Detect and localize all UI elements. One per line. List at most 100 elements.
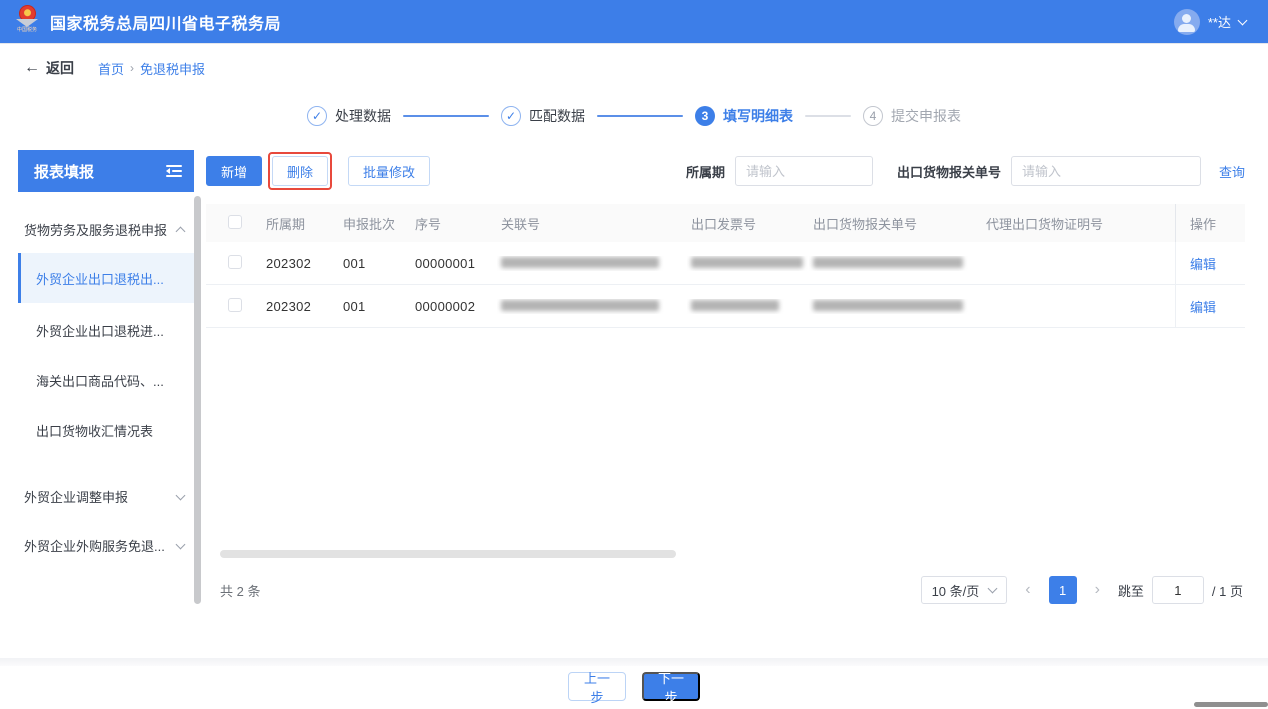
- row-select-cell: [206, 254, 262, 272]
- step-3-label: 填写明细表: [723, 108, 793, 124]
- back-button[interactable]: ← 返回: [24, 58, 74, 78]
- breadcrumb-separator: ›: [130, 61, 135, 75]
- edit-link[interactable]: 编辑: [1190, 254, 1216, 273]
- sidebar-item-customs-commodity-code[interactable]: 海关出口商品代码、...: [18, 357, 194, 403]
- next-step-button[interactable]: 下一步: [642, 671, 700, 705]
- batch-edit-button[interactable]: 批量修改: [348, 156, 431, 186]
- main-body: 报表填报 货物劳务及服务退税申报 外贸企业出口退税出... 外贸企业出口退税进.…: [0, 142, 1268, 612]
- step-1-process-data: ✓ 处理数据: [307, 106, 391, 126]
- collapse-arrow: [166, 168, 170, 174]
- cell-invoice-no-redacted: [687, 256, 809, 271]
- cell-batch: 001: [343, 255, 366, 271]
- page-1-button[interactable]: 1: [1048, 576, 1077, 604]
- sidebar-item-label: 出口货物收汇情况表: [36, 423, 154, 439]
- step-4-label: 提交申报表: [891, 108, 961, 124]
- search-button[interactable]: 查询: [1219, 162, 1245, 181]
- redacted-value: [691, 299, 779, 311]
- cell-seq: 00000001: [415, 255, 476, 271]
- footer-divider: [0, 658, 1268, 666]
- prev-page-button[interactable]: ‹: [1017, 581, 1038, 599]
- page: 中国税务 国家税务总局四川省电子税务局 **达 ← 返回 首页 › 免退税申报 …: [0, 0, 1268, 709]
- period-input[interactable]: [734, 156, 873, 186]
- cell-customs-no-redacted: [809, 256, 982, 271]
- delete-button[interactable]: 删除: [272, 156, 329, 186]
- content-panel: 新增 删除 批量修改 所属期 出口货物报关单号 查询 所属期 申: [206, 150, 1245, 604]
- customs-no-label: 出口货物报关单号: [896, 164, 1001, 180]
- cell-period: 202302: [266, 255, 312, 271]
- chevron-down-icon: [175, 539, 186, 549]
- step-indicator: ✓ 处理数据 ✓ 匹配数据 3 填写明细表 4 提交申报表: [0, 90, 1268, 142]
- step-2-label: 匹配数据: [529, 108, 585, 124]
- add-button[interactable]: 新增: [206, 156, 263, 186]
- edit-link[interactable]: 编辑: [1190, 297, 1216, 316]
- step-2-check-icon: ✓: [501, 106, 521, 126]
- detail-table: 所属期 申报批次 序号 关联号 出口发票号 出口货物报关单号 代理出口货物证明号…: [206, 204, 1245, 328]
- breadcrumb-home[interactable]: 首页: [98, 59, 124, 78]
- select-all-checkbox[interactable]: [228, 214, 242, 229]
- sidebar-item-label: 海关出口商品代码、...: [36, 373, 164, 389]
- page-size-select[interactable]: 10 条/页: [920, 576, 1008, 604]
- page-size-value: 10 条/页: [931, 583, 980, 599]
- step-4-submit-form: 4 提交申报表: [863, 106, 961, 126]
- breadcrumb-row: ← 返回 首页 › 免退税申报: [0, 48, 1268, 88]
- redacted-value: [501, 299, 659, 311]
- jump-label: 跳至: [1117, 583, 1144, 599]
- redacted-value: [813, 299, 963, 311]
- step-1-check-icon: ✓: [307, 106, 327, 126]
- redacted-value: [501, 256, 659, 268]
- toolbar-filters: 所属期 出口货物报关单号 查询: [686, 156, 1245, 186]
- back-arrow-icon: ←: [24, 59, 40, 76]
- row-checkbox[interactable]: [228, 297, 242, 312]
- step-2-match-data: ✓ 匹配数据: [501, 106, 585, 126]
- bottom-right-scrollbar[interactable]: [1194, 702, 1268, 707]
- step-connector-inactive: [805, 115, 851, 117]
- prev-step-button[interactable]: 上一步: [568, 671, 626, 705]
- sidebar: 报表填报 货物劳务及服务退税申报 外贸企业出口退税出... 外贸企业出口退税进.…: [18, 150, 201, 612]
- sidebar-group-label: 外贸企业外购服务免退...: [24, 539, 165, 554]
- table-horizontal-scrollbar[interactable]: [220, 550, 676, 558]
- table-empty-space: [206, 328, 1245, 550]
- next-page-button[interactable]: ›: [1087, 581, 1108, 599]
- sidebar-item-export-refund-in[interactable]: 外贸企业出口退税进...: [18, 307, 194, 353]
- cell-action: 编辑: [1175, 285, 1245, 327]
- col-period: 所属期: [266, 216, 306, 232]
- pagination-row: 共 2 条 10 条/页 ‹ 1 › 跳至 / 1 页: [206, 576, 1245, 604]
- cell-invoice-no-redacted: [687, 299, 809, 314]
- sidebar-group-adjustment-declare[interactable]: 外贸企业调整申报: [18, 487, 194, 506]
- table-header-row: 所属期 申报批次 序号 关联号 出口发票号 出口货物报关单号 代理出口货物证明号…: [206, 204, 1245, 242]
- sidebar-scrollbar[interactable]: [194, 196, 201, 604]
- col-invoice-no: 出口发票号: [691, 216, 757, 232]
- footer-buttons: 上一步 下一步: [0, 671, 1268, 705]
- redacted-value: [813, 256, 963, 268]
- jump-page-input[interactable]: [1151, 576, 1204, 604]
- collapse-bar: [166, 175, 182, 177]
- user-menu[interactable]: **达: [1173, 8, 1248, 35]
- collapse-bar: [172, 170, 182, 172]
- breadcrumb: 首页 › 免退税申报: [98, 59, 205, 78]
- row-checkbox[interactable]: [228, 254, 242, 269]
- cell-action: 编辑: [1175, 242, 1245, 284]
- avatar[interactable]: [1173, 8, 1200, 35]
- col-seq: 序号: [415, 216, 442, 232]
- col-agent-cert-no: 代理出口货物证明号: [986, 216, 1104, 232]
- step-connector: [597, 115, 683, 117]
- sidebar-item-export-refund-out[interactable]: 外贸企业出口退税出...: [18, 253, 194, 303]
- collapse-sidebar-icon[interactable]: [166, 165, 182, 177]
- total-pages: / 1 页: [1211, 583, 1243, 599]
- collapse-mid: [166, 168, 182, 174]
- sidebar-group-goods-services-refund[interactable]: 货物劳务及服务退税申报: [18, 220, 194, 239]
- toolbar: 新增 删除 批量修改 所属期 出口货物报关单号 查询: [206, 152, 1245, 190]
- step-connector: [403, 115, 489, 117]
- sidebar-group-purchased-services[interactable]: 外贸企业外购服务免退...: [18, 536, 194, 555]
- user-name: **达: [1207, 15, 1231, 30]
- page-jump: 跳至 / 1 页: [1118, 576, 1243, 604]
- breadcrumb-current[interactable]: 免退税申报: [140, 59, 205, 78]
- col-action: 操作: [1175, 204, 1245, 242]
- sidebar-header: 报表填报: [18, 150, 194, 192]
- customs-no-input[interactable]: [1010, 156, 1201, 186]
- collapse-bar: [166, 165, 182, 167]
- step-4-number-badge: 4: [863, 106, 883, 126]
- redacted-value: [691, 256, 803, 268]
- sidebar-item-export-forex-table[interactable]: 出口货物收汇情况表: [18, 407, 194, 453]
- annotation-highlight-box: 删除: [268, 152, 333, 190]
